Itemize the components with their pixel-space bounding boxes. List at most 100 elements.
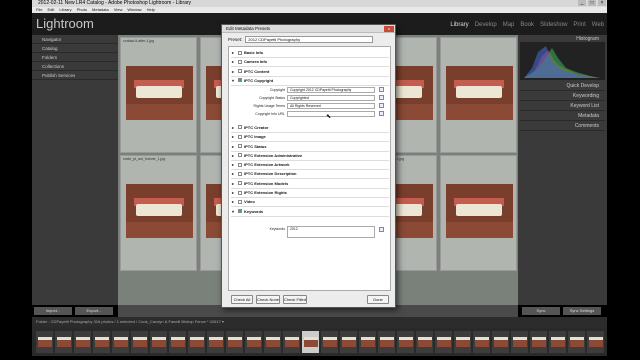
filmstrip-thumbnail[interactable] [150,330,167,353]
grid-cell[interactable] [440,37,517,153]
filmstrip-thumbnail[interactable] [378,330,395,353]
filmstrip-thumbnail[interactable] [226,330,243,353]
export-button[interactable]: Export... [75,307,113,315]
chevron-right-icon[interactable]: ▸ [232,171,236,176]
filmstrip-thumbnail[interactable] [131,330,148,353]
field-checkbox[interactable] [379,110,384,116]
metadata-section-iptc-extension-administrative[interactable]: ▸ IPTC Extension Administrative [232,153,302,158]
metadata-section-keywords[interactable]: ▾ Keywords [232,209,263,214]
maximize-icon[interactable]: □ [588,0,596,6]
section-checkbox[interactable] [238,171,242,176]
panel-folders[interactable]: Folders [32,53,118,62]
module-web[interactable]: Web [592,22,604,28]
metadata-section-iptc-copyright[interactable]: ▾ IPTC Copyright [232,78,273,83]
check-none-button[interactable]: Check None [256,295,280,304]
check-filled-button[interactable]: Check Filled [283,295,307,304]
filmstrip-thumbnail[interactable] [283,330,300,353]
metadata-section-iptc-image[interactable]: ▸ IPTC Image [232,134,266,139]
metadata-section-basic-info[interactable]: ▸ Basic Info [232,50,263,55]
panel-catalog[interactable]: Catalog [32,44,118,53]
panel-publish-services[interactable]: Publish Services [32,71,118,80]
chevron-right-icon[interactable]: ▸ [232,125,236,130]
filmstrip-thumbnail[interactable] [568,330,585,353]
field-checkbox[interactable] [379,102,384,108]
section-checkbox[interactable] [238,125,242,130]
section-checkbox[interactable] [238,78,242,83]
preset-dropdown[interactable]: 2012 CDPayetti Photography [245,36,374,43]
filmstrip-thumbnail[interactable] [473,330,490,353]
filmstrip-thumbnail[interactable] [55,330,72,353]
sync-button[interactable]: Sync [522,307,560,315]
metadata-section-iptc-status[interactable]: ▸ IPTC Status [232,144,266,149]
filmstrip-thumbnail[interactable] [321,330,338,353]
done-button[interactable]: Done [367,295,389,304]
chevron-right-icon[interactable]: ▸ [232,59,236,64]
panel-comments[interactable]: Comments [520,122,605,131]
chevron-right-icon[interactable]: ▸ [232,162,236,167]
metadata-section-iptc-extension-models[interactable]: ▸ IPTC Extension Models [232,181,288,186]
section-checkbox[interactable] [238,59,242,64]
filmstrip-thumbnail[interactable] [435,330,452,353]
filmstrip-thumbnail[interactable] [207,330,224,353]
module-map[interactable]: Map [503,22,515,28]
field-checkbox[interactable] [379,227,384,232]
copyright-field-input[interactable]: Copyrighted [287,94,375,101]
filmstrip-thumbnail[interactable] [454,330,471,353]
filmstrip-thumbnail[interactable] [264,330,281,353]
module-slideshow[interactable]: Slideshow [540,22,567,28]
chevron-right-icon[interactable]: ▸ [232,144,236,149]
section-checkbox[interactable] [238,181,242,186]
panel-keyword-list[interactable]: Keyword List [520,102,605,111]
sync-settings-button[interactable]: Sync Settings [563,307,601,315]
filmstrip-thumbnail[interactable] [359,330,376,353]
filmstrip-thumbnail[interactable] [549,330,566,353]
filmstrip-thumbnail[interactable] [340,330,357,353]
metadata-section-iptc-content[interactable]: ▸ IPTC Content [232,69,269,74]
filmstrip-thumbnail[interactable] [112,330,129,353]
panel-quick-develop[interactable]: Quick Develop [520,82,605,91]
keywords-input[interactable]: 2012 [287,226,375,238]
filmstrip-thumbnail[interactable] [74,330,91,353]
metadata-section-iptc-extension-rights[interactable]: ▸ IPTC Extension Rights [232,190,287,195]
panel-collections[interactable]: Collections [32,62,118,71]
section-checkbox[interactable] [238,209,242,214]
filmstrip-thumbnail[interactable] [188,330,205,353]
section-checkbox[interactable] [238,199,242,204]
panel-metadata[interactable]: Metadata [520,112,605,121]
panel-keywording[interactable]: Keywording [520,92,605,101]
chevron-right-icon[interactable]: ▸ [232,134,236,139]
module-book[interactable]: Book [520,22,534,28]
module-library[interactable]: Library [450,22,468,28]
chevron-right-icon[interactable]: ▸ [232,199,236,204]
metadata-section-video[interactable]: ▸ Video [232,199,255,204]
close-window-icon[interactable]: × [598,0,606,6]
filmstrip-thumbnail[interactable] [511,330,528,353]
filmstrip-source[interactable]: Folder : CDPayetti Photography 316 photo… [36,319,224,324]
section-checkbox[interactable] [238,162,242,167]
grid-cell[interactable] [440,155,517,271]
filmstrip-thumbnail[interactable] [169,330,186,353]
filmstrip-thumbnail[interactable] [416,330,433,353]
filmstrip-thumbnail[interactable] [245,330,262,353]
dialog-close-button[interactable]: x [384,26,394,32]
field-checkbox[interactable] [379,94,384,100]
filmstrip-thumbnail[interactable] [397,330,414,353]
copyright-field-input[interactable]: Copyright 2012 CDPayetti Photography [287,86,375,93]
grid-cell[interactable]: contact-lt-after-1.jpg [120,37,197,153]
section-checkbox[interactable] [238,153,242,158]
chevron-down-icon[interactable]: ▾ [232,209,236,214]
chevron-right-icon[interactable]: ▸ [232,153,236,158]
section-checkbox[interactable] [238,134,242,139]
chevron-right-icon[interactable]: ▸ [232,69,236,74]
panel-navigator[interactable]: Navigator [32,35,118,44]
section-checkbox[interactable] [238,69,242,74]
section-checkbox[interactable] [238,144,242,148]
module-develop[interactable]: Develop [475,22,497,28]
chevron-down-icon[interactable]: ▾ [232,78,236,83]
grid-cell[interactable]: smile_pt_ant_forever_1.jpg [120,155,197,271]
filmstrip-thumbnail[interactable] [36,330,53,353]
chevron-right-icon[interactable]: ▸ [232,181,236,186]
minimize-icon[interactable]: _ [578,0,586,6]
copyright-field-input[interactable]: All Rights Reserved [287,102,375,109]
metadata-section-camera-info[interactable]: ▸ Camera Info [232,59,267,64]
